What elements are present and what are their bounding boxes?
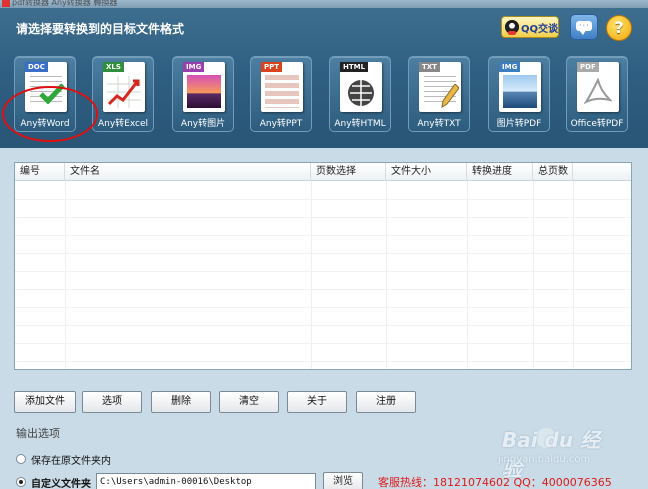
ppt-doc-icon: PPT [261,62,303,112]
format-any-to-excel[interactable]: XLS Any转Excel [92,56,154,132]
watermark-url: jingyan.baidu.com [498,454,591,465]
add-file-button[interactable]: 添加文件 [14,391,76,413]
help-button[interactable]: ? [606,15,632,41]
clear-button[interactable]: 清空 [219,391,279,413]
image-doc-icon: IMG [183,62,225,112]
excel-doc-icon: XLS [103,62,145,112]
radio-save-original-folder[interactable] [16,454,26,464]
about-button[interactable]: 关于 [287,391,347,413]
radio-custom-folder[interactable] [16,477,26,487]
format-label: Any转HTML [334,119,386,129]
format-prompt: 请选择要转换到的目标文件格式 [16,22,185,36]
file-list-panel: 编号 文件名 页数选择 文件大小 转换进度 总页数 [0,148,648,384]
format-label: Any转TXT [417,119,461,129]
file-table[interactable]: 编号 文件名 页数选择 文件大小 转换进度 总页数 [14,162,632,370]
format-label: 图片转PDF [496,119,542,129]
radio-save-original-label[interactable]: 保存在原文件夹内 [31,452,111,467]
format-image-to-pdf[interactable]: IMG 图片转PDF [488,56,550,132]
format-any-to-html[interactable]: HTML Any转HTML [329,56,391,132]
watermark-logo: Bai du 经验 [502,428,601,481]
register-button[interactable]: 注册 [356,391,416,413]
format-office-to-pdf[interactable]: PDF Office转PDF [566,56,628,132]
baidu-watermark: Bai du 经验 jingyan.baidu.com [478,416,618,481]
column-header-total-pages[interactable]: 总页数 [533,163,573,181]
app-icon [2,0,10,7]
speech-bubble-icon: ··· [579,21,590,30]
highlight-circle-annotation [2,86,98,142]
format-panel: 请选择要转换到的目标文件格式 QQ交谈 ··· ? DOC Any转Word X… [0,8,648,148]
window-title: pdf转换器 Any转换器 轉換器 [12,0,118,7]
column-header-file-size[interactable]: 文件大小 [386,163,467,181]
format-any-to-ppt[interactable]: PPT Any转PPT [250,56,312,132]
format-any-to-image[interactable]: IMG Any转图片 [172,56,234,132]
browse-button[interactable]: 浏览 [323,472,363,489]
options-button[interactable]: 选项 [82,391,142,413]
format-any-to-txt[interactable]: TXT Any转TXT [408,56,470,132]
html-doc-icon: HTML [340,62,382,112]
column-header-progress[interactable]: 转换进度 [467,163,533,181]
format-label: Any转Excel [97,119,149,129]
format-label: Any转图片 [180,119,226,129]
qq-chat-button[interactable]: QQ交谈 [501,16,559,38]
column-header-page-select[interactable]: 页数选择 [311,163,386,181]
output-path-input[interactable]: C:\Users\admin-00016\Desktop [96,473,316,489]
radio-custom-folder-label[interactable]: 自定义文件夹 [31,475,91,489]
pdf-doc-icon: PDF [577,62,619,112]
column-header-id[interactable]: 编号 [15,163,65,181]
qq-penguin-icon [505,20,519,35]
table-header: 编号 文件名 页数选择 文件大小 转换进度 总页数 [15,163,631,181]
format-label: Office转PDF [570,119,624,129]
output-options-title: 输出选项 [16,427,60,440]
delete-button[interactable]: 删除 [151,391,211,413]
title-bar: pdf转换器 Any转换器 轉換器 [0,0,648,8]
image-to-pdf-icon: IMG [499,62,541,112]
qq-chat-label: QQ交谈 [520,23,558,35]
format-label: Any转PPT [259,119,303,129]
column-header-filename[interactable]: 文件名 [65,163,311,181]
txt-doc-icon: TXT [419,62,461,112]
message-button[interactable]: ··· [570,14,598,40]
